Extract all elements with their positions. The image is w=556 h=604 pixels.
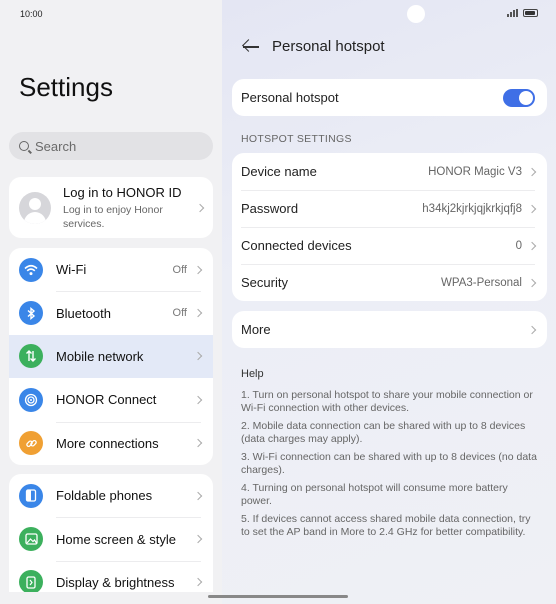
sidebar-item-wifi[interactable]: Wi-Fi Off xyxy=(9,248,213,291)
sidebar-item-display[interactable]: Display & brightness xyxy=(9,560,213,592)
connected-devices-row[interactable]: Connected devices 0 xyxy=(232,227,547,264)
sidebar-item-label: Foldable phones xyxy=(56,488,153,504)
setting-value: WPA3-Personal xyxy=(441,276,522,289)
chevron-right-icon xyxy=(527,167,537,176)
sidebar-item-label: Bluetooth xyxy=(56,305,111,321)
chevron-right-icon xyxy=(527,241,537,250)
hotspot-settings-card: Device name HONOR Magic V3 Password h34k… xyxy=(232,153,547,301)
wifi-icon xyxy=(19,257,43,282)
hotspot-toggle-card: Personal hotspot xyxy=(232,79,547,116)
setting-label: Security xyxy=(241,275,288,290)
hotspot-toggle[interactable] xyxy=(503,88,535,107)
setting-label: Connected devices xyxy=(241,238,352,253)
setting-value: HONOR Magic V3 xyxy=(428,165,522,178)
hotspot-toggle-row[interactable]: Personal hotspot xyxy=(232,79,547,116)
chevron-right-icon xyxy=(193,491,203,500)
sidebar-item-honor-connect[interactable]: HONOR Connect xyxy=(9,378,213,421)
sidebar-item-label: HONOR Connect xyxy=(56,392,157,408)
more-label: More xyxy=(241,322,271,337)
more-row[interactable]: More xyxy=(232,311,547,348)
chevron-right-icon xyxy=(527,204,537,213)
toggle-label: Personal hotspot xyxy=(241,90,339,105)
help-item: 3. Wi-Fi connection can be shared with u… xyxy=(241,451,537,476)
chevron-right-icon xyxy=(527,278,537,287)
device-group: Foldable phones Home screen & style Disp… xyxy=(9,474,213,592)
chevron-right-icon xyxy=(193,534,203,544)
device-name-row[interactable]: Device name HONOR Magic V3 xyxy=(232,153,547,190)
honor-connect-icon xyxy=(19,387,43,412)
connectivity-group: Wi-Fi Off Bluetooth Off Mobile network H… xyxy=(9,248,213,465)
page-title: Personal hotspot xyxy=(272,38,385,55)
sidebar-item-home-screen[interactable]: Home screen & style xyxy=(9,517,213,560)
link-icon xyxy=(19,431,43,456)
search-bar[interactable] xyxy=(9,132,213,160)
help-list: 1. Turn on personal hotspot to share you… xyxy=(241,389,541,544)
setting-value: 0 xyxy=(515,239,522,252)
help-item: 5. If devices cannot access shared mobil… xyxy=(241,513,531,538)
chevron-right-icon xyxy=(193,439,203,448)
search-icon xyxy=(19,141,29,151)
setting-label: Password xyxy=(241,201,299,216)
display-icon xyxy=(19,570,43,592)
image-icon xyxy=(19,527,43,552)
section-header: HOTSPOT SETTINGS xyxy=(241,133,352,145)
search-input[interactable] xyxy=(35,138,185,154)
chevron-right-icon xyxy=(193,395,203,405)
battery-icon xyxy=(523,9,538,17)
camera-cutout xyxy=(407,5,425,23)
chevron-right-icon xyxy=(193,265,203,274)
help-item: 2. Mobile data connection can be shared … xyxy=(241,420,526,445)
page-title: Settings xyxy=(19,72,113,102)
sidebar-item-mobile-network[interactable]: Mobile network xyxy=(9,334,213,379)
bluetooth-icon xyxy=(19,301,43,326)
chevron-right-icon xyxy=(193,308,203,318)
sidebar-item-label: Wi-Fi xyxy=(56,262,87,278)
chevron-right-icon xyxy=(193,578,203,587)
avatar xyxy=(19,191,51,224)
foldable-icon xyxy=(19,483,43,508)
account-title: Log in to HONOR ID xyxy=(63,184,182,200)
chevron-right-icon xyxy=(193,352,203,361)
back-arrow-icon[interactable] xyxy=(242,38,262,56)
bluetooth-status: Off xyxy=(172,307,187,320)
password-row[interactable]: Password h34kj2kjrkjqjkrkjqfj8 xyxy=(232,190,547,227)
security-row[interactable]: Security WPA3-Personal xyxy=(232,264,547,301)
sidebar-item-label: Home screen & style xyxy=(56,531,176,547)
chevron-right-icon xyxy=(195,203,205,212)
more-card: More xyxy=(232,311,547,348)
home-indicator[interactable] xyxy=(208,595,348,598)
wifi-status: Off xyxy=(172,263,187,276)
sidebar-item-label: Display & brightness xyxy=(56,574,175,590)
setting-value: h34kj2kjrkjqjkrkjqfj8 xyxy=(422,202,522,215)
status-icons xyxy=(507,9,538,17)
status-time: 10:00 xyxy=(20,9,43,19)
sidebar-item-label: More connections xyxy=(56,435,159,451)
mobile-data-icon xyxy=(19,344,43,369)
help-title: Help xyxy=(241,368,264,380)
setting-label: Device name xyxy=(241,164,317,179)
sidebar-item-bluetooth[interactable]: Bluetooth Off xyxy=(9,291,213,334)
honor-id-login[interactable]: Log in to HONOR ID Log in to enjoy Honor… xyxy=(9,177,213,238)
sidebar-item-label: Mobile network xyxy=(56,348,144,364)
help-item: 1. Turn on personal hotspot to share you… xyxy=(241,389,533,414)
sidebar-item-foldable-phones[interactable]: Foldable phones xyxy=(9,474,213,517)
sidebar-item-more-connections[interactable]: More connections xyxy=(9,421,213,465)
chevron-right-icon xyxy=(527,325,537,334)
account-subtitle: Log in to enjoy Honor services. xyxy=(63,203,163,230)
help-item: 4. Turning on personal hotspot will cons… xyxy=(241,482,508,507)
signal-icon xyxy=(507,9,518,17)
